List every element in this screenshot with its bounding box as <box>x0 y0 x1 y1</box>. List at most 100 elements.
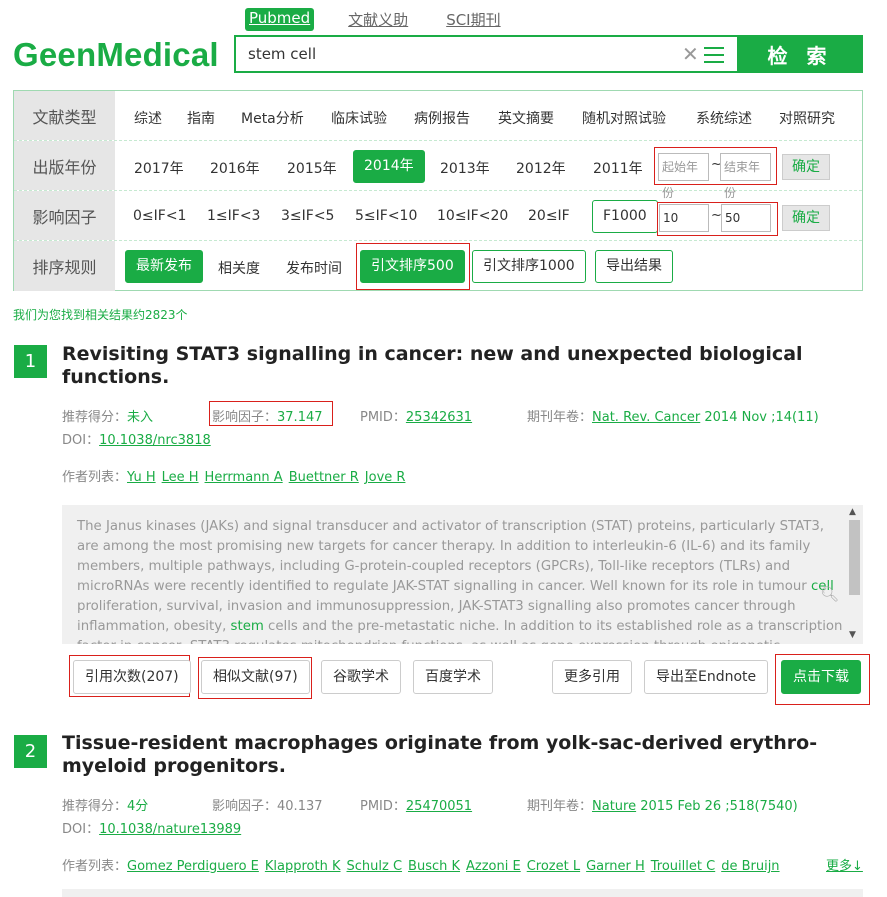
end-year-input[interactable]: 结束年份 <box>720 153 771 200</box>
tab-literature-help[interactable]: 文献义助 <box>344 8 412 31</box>
if-min-input[interactable]: 10 <box>659 204 709 232</box>
author-link[interactable]: Herrmann A <box>205 470 283 485</box>
sort-citation-500[interactable]: 引文排序500 <box>360 250 465 283</box>
author-link[interactable]: Trouillet C <box>651 859 715 874</box>
scroll-up-icon[interactable]: ▲ <box>849 507 856 517</box>
sort-option[interactable]: 发布时间 <box>286 258 342 278</box>
author-link[interactable]: Yu H <box>127 470 156 485</box>
author-link[interactable]: Azzoni E <box>466 859 521 874</box>
year-option[interactable]: 2016年 <box>210 158 260 178</box>
author-link[interactable]: Gomez Perdiguero E <box>127 859 259 874</box>
scroll-thumb[interactable] <box>849 520 860 595</box>
recommend-score: 推荐得分：4分 <box>62 799 149 814</box>
export-endnote-button[interactable]: 导出至Endnote <box>644 660 769 694</box>
search-input[interactable] <box>248 45 668 63</box>
google-scholar-button[interactable]: 谷歌学术 <box>321 660 401 694</box>
journal-info: 期刊年卷：Nature 2015 Feb 26 ;518(7540) <box>527 799 798 814</box>
author-link[interactable]: Garner H <box>586 859 645 874</box>
journal-info: 期刊年卷：Nat. Rev. Cancer 2014 Nov ;14(11) <box>527 410 819 425</box>
if-option[interactable]: 10≤IF<20 <box>437 208 508 224</box>
year-option[interactable]: 2017年 <box>134 158 184 178</box>
similar-articles-button[interactable]: 相似文献(97) <box>201 660 310 694</box>
year-option[interactable]: 2012年 <box>516 158 566 178</box>
author-list: 作者列表：Yu H Lee H Herrmann A Buettner R Jove R <box>62 470 406 485</box>
abstract-box-partial <box>62 889 863 897</box>
filter-option[interactable]: 对照研究 <box>779 108 835 128</box>
export-results-button[interactable]: 导出结果 <box>595 250 673 283</box>
pmid: PMID：25342631 <box>360 410 473 425</box>
clear-icon[interactable]: ✕ <box>682 42 699 66</box>
filter-label: 出版年份 <box>14 141 115 190</box>
author-link[interactable]: Schulz C <box>347 859 403 874</box>
author-link[interactable]: Buettner R <box>289 470 359 485</box>
filter-row-impact: 影响因子 0≤IF<1 1≤IF<3 3≤IF<5 5≤IF<10 10≤IF<… <box>14 191 862 241</box>
start-year-input[interactable]: 起始年份 <box>658 153 709 200</box>
filter-option[interactable]: Meta分析 <box>241 108 304 128</box>
year-option-selected[interactable]: 2014年 <box>353 150 425 183</box>
result-count: 我们为您找到相关结果约2823个 <box>13 308 188 322</box>
scroll-down-icon[interactable]: ▼ <box>849 630 856 640</box>
result-title[interactable]: Revisiting STAT3 signalling in cancer: n… <box>62 343 862 389</box>
author-link[interactable]: Klapproth K <box>265 859 341 874</box>
if-confirm-button[interactable]: 确定 <box>782 205 830 231</box>
filter-option[interactable]: 系统综述 <box>696 108 752 128</box>
author-link[interactable]: Crozet L <box>527 859 580 874</box>
sort-option[interactable]: 相关度 <box>218 258 260 278</box>
more-authors-link[interactable]: 更多↓ <box>826 855 863 874</box>
pmid-link[interactable]: 25342631 <box>406 410 472 425</box>
doi: DOI：10.1038/nature13989 <box>62 822 242 837</box>
abstract-scrollbar[interactable]: ▲ ▼ <box>846 505 863 644</box>
impact-factor: 影响因子：40.137 <box>212 799 323 814</box>
baidu-scholar-button[interactable]: 百度学术 <box>413 660 493 694</box>
year-option[interactable]: 2015年 <box>287 158 337 178</box>
if-option[interactable]: 20≤IF <box>528 208 570 224</box>
author-link[interactable]: Jove R <box>365 470 406 485</box>
year-option[interactable]: 2011年 <box>593 158 643 178</box>
tab-pubmed[interactable]: Pubmed <box>245 8 315 31</box>
more-citations-button[interactable]: 更多引用 <box>552 660 632 694</box>
magnifier-icon[interactable]: 🔍︎ <box>820 585 839 603</box>
journal-link[interactable]: Nature <box>592 799 636 814</box>
if-option[interactable]: 5≤IF<10 <box>355 208 417 224</box>
if-option[interactable]: 1≤IF<3 <box>207 208 260 224</box>
sort-option-selected[interactable]: 最新发布 <box>125 250 203 283</box>
if-max-input[interactable]: 50 <box>721 204 771 232</box>
filter-option[interactable]: 临床试验 <box>331 108 387 128</box>
author-link[interactable]: Busch K <box>408 859 460 874</box>
tab-sci-journals[interactable]: SCI期刊 <box>442 8 504 31</box>
menu-icon[interactable] <box>704 47 724 63</box>
journal-link[interactable]: Nat. Rev. Cancer <box>592 410 700 425</box>
filter-option[interactable]: 英文摘要 <box>498 108 554 128</box>
pmid: PMID：25470051 <box>360 799 473 814</box>
year-confirm-button[interactable]: 确定 <box>782 154 830 180</box>
doi-link[interactable]: 10.1038/nature13989 <box>99 822 241 837</box>
filter-row-doc-type: 文献类型 综述 指南 Meta分析 临床试验 病例报告 英文摘要 随机对照试验 … <box>14 91 862 141</box>
filter-option[interactable]: 随机对照试验 <box>582 108 666 128</box>
result-number: 2 <box>14 735 47 768</box>
pmid-link[interactable]: 25470051 <box>406 799 472 814</box>
filter-option[interactable]: 病例报告 <box>414 108 470 128</box>
filter-label: 排序规则 <box>14 241 115 291</box>
impact-factor: 影响因子：37.147 <box>212 410 323 425</box>
doi-link[interactable]: 10.1038/nrc3818 <box>99 433 211 448</box>
filter-label: 影响因子 <box>14 191 115 240</box>
result-title[interactable]: Tissue-resident macrophages originate fr… <box>62 732 862 778</box>
citations-button[interactable]: 引用次数(207) <box>73 660 191 694</box>
abstract-box[interactable]: The Janus kinases (JAKs) and signal tran… <box>62 505 863 644</box>
if-option[interactable]: 3≤IF<5 <box>281 208 334 224</box>
author-link[interactable]: Lee H <box>162 470 199 485</box>
f1000-button[interactable]: F1000 <box>592 200 658 233</box>
top-nav: Pubmed 文献义助 SCI期刊 <box>245 8 535 31</box>
filter-option[interactable]: 指南 <box>187 108 215 128</box>
if-option[interactable]: 0≤IF<1 <box>133 208 186 224</box>
filter-panel: 文献类型 综述 指南 Meta分析 临床试验 病例报告 英文摘要 随机对照试验 … <box>13 90 863 291</box>
download-button[interactable]: 点击下载 <box>781 660 861 694</box>
filter-option[interactable]: 综述 <box>134 108 162 128</box>
author-link[interactable]: de Bruijn <box>721 859 779 874</box>
year-option[interactable]: 2013年 <box>440 158 490 178</box>
search-button[interactable]: 检 索 <box>737 35 863 73</box>
sort-citation-1000[interactable]: 引文排序1000 <box>472 250 586 283</box>
logo[interactable]: GeenMedical <box>13 36 219 74</box>
doi: DOI：10.1038/nrc3818 <box>62 433 211 448</box>
abstract-text: The Janus kinases (JAKs) and signal tran… <box>77 519 843 644</box>
